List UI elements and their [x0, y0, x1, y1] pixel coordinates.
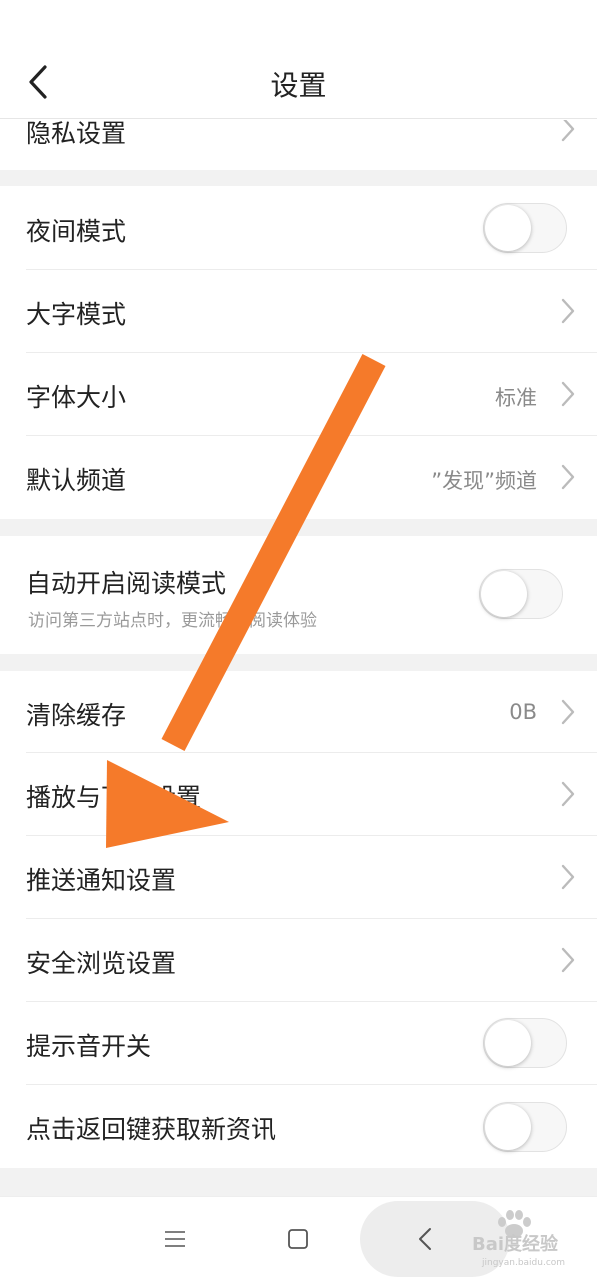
toggle-knob	[481, 571, 527, 617]
settings-label-sound: 提示音开关	[26, 1032, 152, 1061]
header-divider	[0, 118, 597, 119]
night-mode-toggle[interactable]	[483, 203, 567, 253]
settings-row-playback[interactable]: 播放与下载设置	[0, 753, 597, 836]
menu-button[interactable]	[150, 1215, 200, 1263]
home-button[interactable]	[273, 1215, 323, 1263]
settings-row-push[interactable]: 推送通知设置	[0, 836, 597, 919]
toggle-knob	[485, 205, 531, 251]
watermark-url: jingyan.baidu.com	[482, 1258, 566, 1268]
settings-row-default-channel[interactable]: 默认频道 ”发现”频道	[0, 436, 597, 519]
menu-icon	[165, 1231, 185, 1247]
settings-label-back-refresh: 点击返回键获取新资讯	[26, 1115, 277, 1144]
chevron-right-icon	[561, 864, 575, 890]
chevron-right-icon	[561, 947, 575, 973]
settings-label-default-channel: 默认频道	[26, 466, 127, 495]
settings-row-back-refresh[interactable]: 点击返回键获取新资讯	[0, 1085, 597, 1168]
back-refresh-toggle[interactable]	[483, 1102, 567, 1152]
settings-label-auto-reader: 自动开启阅读模式	[26, 569, 227, 598]
nav-back-button[interactable]	[400, 1215, 450, 1263]
baidu-watermark: Bai度经验 jingyan.baidu.com	[452, 1210, 592, 1270]
settings-label-font-size: 字体大小	[26, 383, 127, 412]
settings-row-clear-cache[interactable]: 清除缓存 0B	[0, 671, 597, 753]
sound-toggle[interactable]	[483, 1018, 567, 1068]
font-size-value: 标准	[495, 386, 537, 410]
page-title: 设置	[270, 69, 327, 102]
settings-row-font-size[interactable]: 字体大小 标准	[0, 353, 597, 436]
chevron-right-icon	[561, 781, 575, 807]
settings-label-large-text: 大字模式	[26, 300, 127, 329]
settings-row-sound[interactable]: 提示音开关	[0, 1002, 597, 1085]
toggle-knob	[485, 1020, 531, 1066]
settings-row-safe-browse[interactable]: 安全浏览设置	[0, 919, 597, 1002]
settings-label-clear-cache: 清除缓存	[26, 701, 127, 730]
settings-label-night-mode: 夜间模式	[26, 217, 127, 246]
settings-row-auto-reader[interactable]: 自动开启阅读模式 访问第三方站点时，更流畅的阅读体验	[0, 536, 597, 654]
header-bar: 设置	[0, 0, 597, 120]
chevron-right-icon	[561, 464, 575, 490]
chevron-right-icon	[561, 381, 575, 407]
back-chevron-icon	[419, 1228, 431, 1250]
settings-label-push: 推送通知设置	[26, 866, 177, 895]
settings-sub-auto-reader: 访问第三方站点时，更流畅的阅读体验	[28, 611, 317, 631]
home-square-icon	[288, 1229, 308, 1249]
settings-label-safe-browse: 安全浏览设置	[26, 949, 177, 978]
section-gap	[0, 170, 597, 186]
section-gap	[0, 1168, 597, 1196]
chevron-right-icon	[561, 699, 575, 725]
settings-row-large-text[interactable]: 大字模式	[0, 270, 597, 353]
section-gap	[0, 654, 597, 671]
chevron-right-icon	[561, 298, 575, 324]
cache-size-value: 0B	[509, 700, 537, 724]
default-channel-value: ”发现”频道	[431, 469, 537, 493]
toggle-knob	[485, 1104, 531, 1150]
section-gap	[0, 519, 597, 536]
auto-reader-toggle[interactable]	[479, 569, 563, 619]
watermark-text: Bai度经验	[472, 1234, 559, 1255]
settings-label-playback: 播放与下载设置	[26, 783, 202, 812]
settings-row-night-mode[interactable]: 夜间模式	[0, 186, 597, 270]
